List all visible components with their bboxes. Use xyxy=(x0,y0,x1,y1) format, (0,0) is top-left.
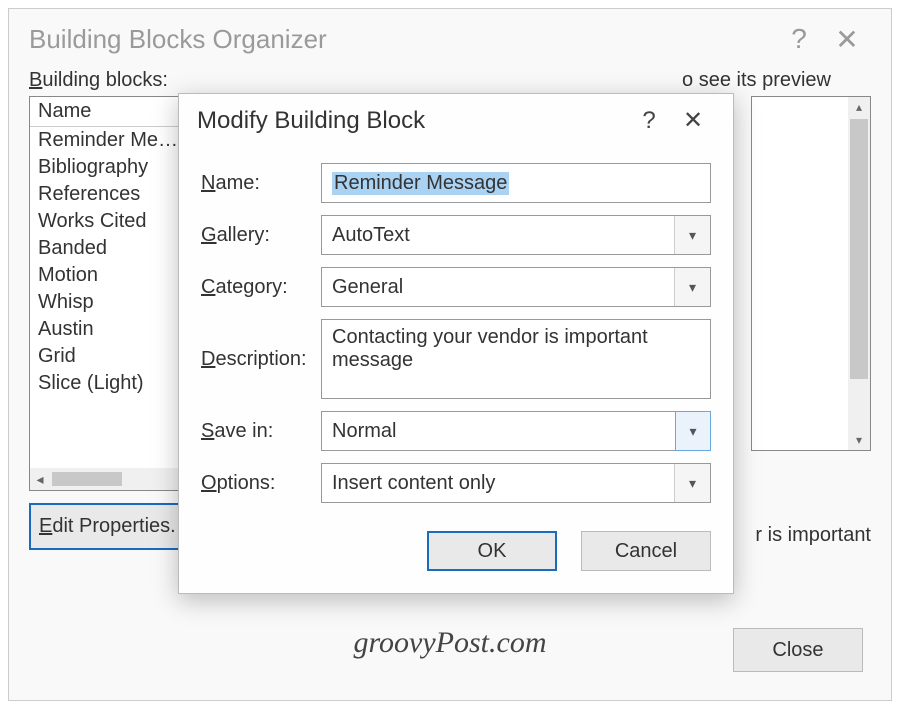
list-item[interactable]: Grid xyxy=(30,343,196,370)
gallery-dropdown[interactable]: AutoText ▾ xyxy=(321,215,711,255)
close-icon[interactable]: ✕ xyxy=(823,23,871,56)
gallery-label: Gallery: xyxy=(201,224,321,247)
name-field[interactable]: Reminder Message xyxy=(321,163,711,203)
name-value: Reminder Message xyxy=(332,172,509,195)
ok-button[interactable]: OK xyxy=(427,531,557,571)
vertical-scrollbar[interactable]: ▴ ▾ xyxy=(848,97,870,450)
modify-building-block-dialog: Modify Building Block ? ✕ Name: Reminder… xyxy=(178,93,734,594)
save-in-label: Save in: xyxy=(201,420,321,443)
list-item[interactable]: Austin xyxy=(30,316,196,343)
edit-properties-button[interactable]: Edit Properties. xyxy=(29,503,199,550)
cancel-button[interactable]: Cancel xyxy=(581,531,711,571)
list-item[interactable]: Works Cited xyxy=(30,208,196,235)
options-label: Options: xyxy=(201,472,321,495)
list-column-name[interactable]: Name xyxy=(30,97,196,127)
preview-pane: ▴ ▾ xyxy=(751,96,871,451)
chevron-down-icon[interactable]: ▾ xyxy=(674,268,710,306)
category-dropdown[interactable]: General ▾ xyxy=(321,267,711,307)
list-item[interactable]: Slice (Light) xyxy=(30,370,196,397)
list-item[interactable]: Bibliography xyxy=(30,154,196,181)
list-item[interactable]: Reminder Me… xyxy=(30,127,196,154)
list-item[interactable]: Banded xyxy=(30,235,196,262)
list-item[interactable]: References xyxy=(30,181,196,208)
scroll-up-icon[interactable]: ▴ xyxy=(848,97,870,117)
category-label: Category: xyxy=(201,276,321,299)
modal-help-icon[interactable]: ? xyxy=(627,107,671,135)
scroll-thumb[interactable] xyxy=(850,119,868,379)
save-in-dropdown[interactable]: Normal ▾ xyxy=(321,411,711,451)
chevron-down-icon[interactable]: ▾ xyxy=(674,464,710,502)
options-value: Insert content only xyxy=(332,472,495,495)
scroll-down-icon[interactable]: ▾ xyxy=(848,430,870,450)
building-blocks-label: Building blocks: xyxy=(29,69,229,92)
save-in-value: Normal xyxy=(332,420,396,443)
chevron-down-icon[interactable]: ▾ xyxy=(674,216,710,254)
help-icon[interactable]: ? xyxy=(775,23,823,55)
options-dropdown[interactable]: Insert content only ▾ xyxy=(321,463,711,503)
modal-close-icon[interactable]: ✕ xyxy=(671,106,715,135)
description-value: Contacting your vendor is important mess… xyxy=(332,326,648,371)
chevron-down-icon[interactable]: ▾ xyxy=(675,411,711,451)
modal-titlebar: Modify Building Block ? ✕ xyxy=(179,94,733,141)
watermark: groovyPost.com xyxy=(353,626,546,660)
preview-hint-label: o see its preview xyxy=(229,69,871,92)
name-label: Name: xyxy=(201,172,321,195)
dialog-title: Building Blocks Organizer xyxy=(29,24,327,55)
description-field[interactable]: Contacting your vendor is important mess… xyxy=(321,319,711,399)
titlebar: Building Blocks Organizer ? ✕ xyxy=(9,9,891,69)
list-item[interactable]: Motion xyxy=(30,262,196,289)
horizontal-scrollbar[interactable]: ◂ xyxy=(30,468,196,490)
building-blocks-list[interactable]: Name Reminder Me… Bibliography Reference… xyxy=(29,96,197,491)
description-label: Description: xyxy=(201,348,321,371)
modal-title: Modify Building Block xyxy=(197,107,425,135)
gallery-value: AutoText xyxy=(332,224,410,247)
scroll-thumb[interactable] xyxy=(52,472,122,486)
scroll-left-icon[interactable]: ◂ xyxy=(30,471,50,488)
preview-caption: r is important xyxy=(755,524,871,547)
close-button[interactable]: Close xyxy=(733,628,863,672)
category-value: General xyxy=(332,276,403,299)
list-item[interactable]: Whisp xyxy=(30,289,196,316)
